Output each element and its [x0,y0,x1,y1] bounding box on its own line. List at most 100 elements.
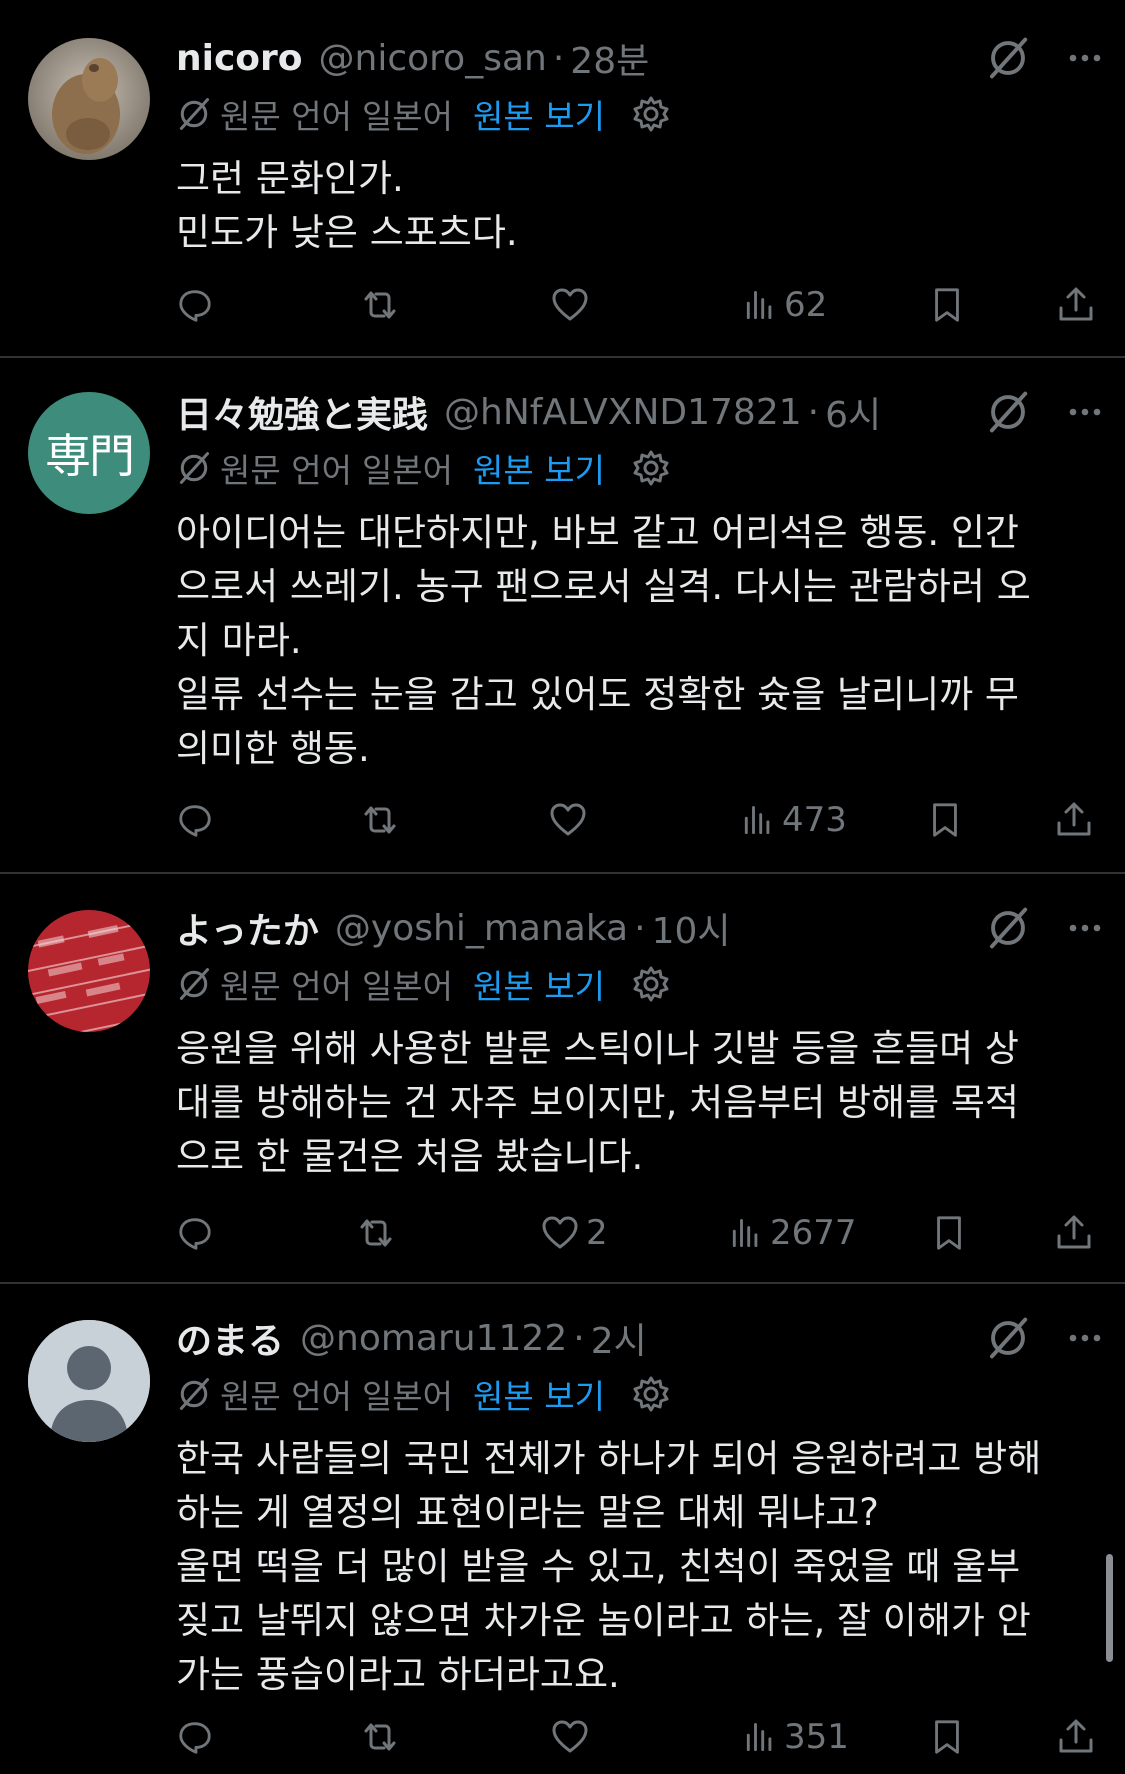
avatar[interactable]: 専門 [28,392,150,514]
reply-button[interactable] [176,280,220,330]
post-text: 그런 문화인가. 민도가 낮은 스포츠다. [176,157,518,254]
reply-button[interactable] [176,795,220,845]
reply-icon [176,286,214,324]
translate-icon [176,966,212,1002]
repost-button[interactable] [360,1712,406,1762]
share-icon [1054,800,1094,840]
views-button[interactable]: 62 [742,280,827,330]
heart-icon [548,800,588,840]
views-icon [742,287,778,323]
reply-icon [176,801,214,839]
bookmark-icon [928,286,966,324]
views-button[interactable]: 473 [740,795,847,845]
show-original-link[interactable]: 원본 보기 [473,1370,605,1418]
post-time[interactable]: 28분 [570,32,649,84]
more-options-icon[interactable] [1065,392,1105,432]
translate-label: 원문 언어 [220,967,352,1006]
display-name[interactable]: よったか [176,902,319,954]
scrollbar-thumb[interactable] [1106,1554,1113,1662]
bookmark-button[interactable] [926,795,964,845]
more-options-icon[interactable] [1065,38,1105,78]
repost-button[interactable] [360,795,406,845]
display-name[interactable]: 日々勉強と実践 [176,386,428,438]
gear-icon[interactable] [631,964,671,1004]
separator-dot: · [807,391,820,433]
bookmark-button[interactable] [928,1712,966,1762]
post[interactable]: よったか @yoshi_manaka · 10시 원문 언어 일본어 원본 보기… [0,874,1125,1282]
user-handle[interactable]: @nomaru1122 [300,1318,567,1359]
post[interactable]: のまる @nomaru1122 · 2시 원문 언어 일본어 원본 보기 한국 … [0,1284,1125,1774]
share-button[interactable] [1056,1712,1096,1762]
capybara-avatar-image [28,38,150,160]
translate-language: 일본어 [361,967,454,1006]
display-name[interactable]: のまる [176,1312,284,1364]
share-button[interactable] [1054,795,1094,845]
like-button[interactable] [548,795,594,845]
share-button[interactable] [1056,280,1096,330]
user-handle[interactable]: @hNfALVXND17821 [444,392,802,433]
more-options-icon[interactable] [1065,908,1105,948]
translate-label: 원문 언어 [220,1377,352,1416]
like-button[interactable]: 2 [540,1208,608,1258]
separator-dot: · [634,907,646,949]
more-options-icon[interactable] [1065,1318,1105,1358]
avatar[interactable] [28,38,150,160]
bookmark-icon [928,1718,966,1756]
post[interactable]: nicoro @nicoro_san · 28분 원문 언어 일본어 원본 보기… [0,0,1125,356]
grok-icon[interactable] [985,905,1031,951]
translate-language: 일본어 [361,451,454,490]
share-icon [1056,285,1096,325]
avatar[interactable] [28,910,150,1032]
heart-icon [550,1717,590,1757]
post-time[interactable]: 10시 [652,902,731,954]
post-time[interactable]: 6시 [825,386,881,438]
translate-icon [176,96,212,132]
share-button[interactable] [1054,1208,1094,1258]
reply-button[interactable] [176,1712,220,1762]
views-icon [740,802,776,838]
display-name[interactable]: nicoro [176,38,303,79]
gear-icon[interactable] [631,1374,671,1414]
post[interactable]: 専門 日々勉強と実践 @hNfALVXND17821 · 6시 원문 언어 일본… [0,358,1125,872]
post-text: 아이디어는 대단하지만, 바보 같고 어리석은 행동. 인간 으로서 쓰레기. … [176,511,1031,770]
show-original-link[interactable]: 원본 보기 [473,444,605,492]
like-button[interactable] [550,1712,596,1762]
grok-icon[interactable] [985,1315,1031,1361]
repost-icon [360,1717,400,1757]
user-handle[interactable]: @yoshi_manaka [335,908,628,949]
reply-icon [176,1718,214,1756]
tamiya-logo-avatar [28,910,150,1032]
user-handle[interactable]: @nicoro_san [319,38,547,79]
avatar-text: 専門 [45,429,135,483]
translate-language: 일본어 [361,97,454,136]
views-button[interactable]: 351 [742,1712,849,1762]
bookmark-icon [930,1214,968,1252]
share-icon [1056,1717,1096,1757]
translate-icon [176,450,212,486]
views-icon [742,1719,778,1755]
gear-icon[interactable] [631,448,671,488]
separator-dot: · [552,37,565,79]
share-icon [1054,1213,1094,1253]
repost-button[interactable] [360,280,406,330]
repost-button[interactable] [356,1208,402,1258]
repost-icon [360,285,400,325]
translate-label: 원문 언어 [220,97,352,136]
grok-icon[interactable] [985,389,1031,435]
gear-icon[interactable] [631,94,671,134]
bookmark-button[interactable] [928,280,966,330]
avatar[interactable] [28,1320,150,1442]
like-button[interactable] [550,280,596,330]
bookmark-button[interactable] [930,1208,968,1258]
reply-icon [176,1214,214,1252]
separator-dot: · [573,1317,585,1359]
show-original-link[interactable]: 원본 보기 [473,960,605,1008]
show-original-link[interactable]: 원본 보기 [473,90,605,138]
grok-icon[interactable] [985,35,1031,81]
views-button[interactable]: 2677 [728,1208,857,1258]
reply-button[interactable] [176,1208,220,1258]
translate-icon [176,1376,212,1412]
post-text: 응원을 위해 사용한 발룬 스틱이나 깃발 등을 흔들며 상 대를 방해하는 건… [176,1027,1019,1178]
post-time[interactable]: 2시 [591,1312,647,1364]
translate-label: 원문 언어 [220,451,352,490]
